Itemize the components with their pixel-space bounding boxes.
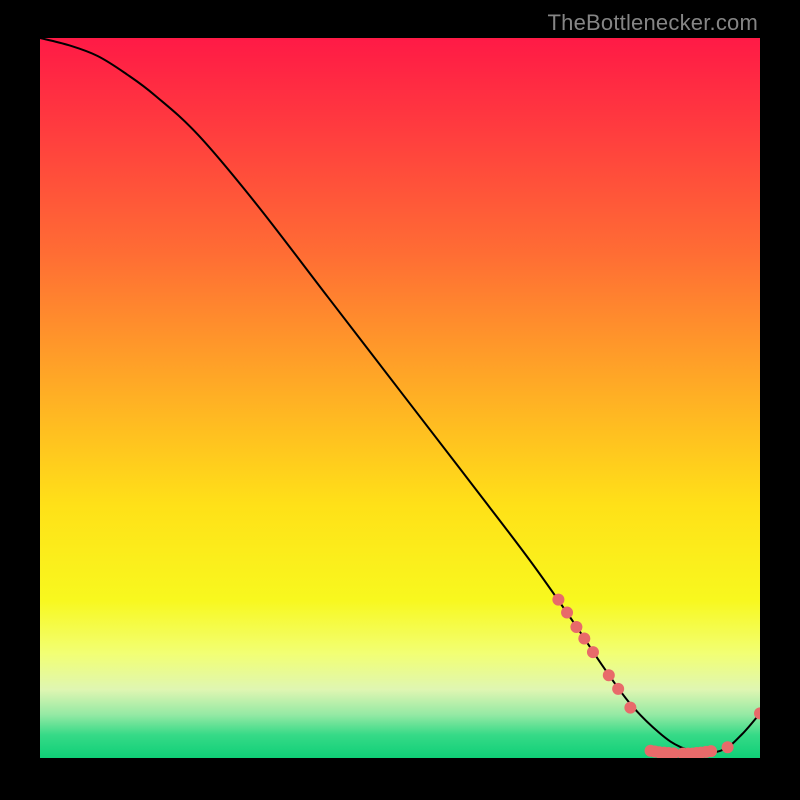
marker-dot bbox=[578, 632, 590, 644]
plot-area bbox=[40, 38, 760, 758]
marker-dot bbox=[754, 707, 760, 719]
marker-dot bbox=[570, 621, 582, 633]
marker-dot bbox=[552, 594, 564, 606]
marker-dot bbox=[624, 702, 636, 714]
attribution-label: TheBottlenecker.com bbox=[548, 10, 758, 36]
marker-dot bbox=[612, 683, 624, 695]
chart-stage: TheBottlenecker.com bbox=[0, 0, 800, 800]
marker-dot bbox=[587, 646, 599, 658]
marker-dot bbox=[705, 745, 717, 757]
markers-layer bbox=[40, 38, 760, 758]
marker-dot bbox=[603, 669, 615, 681]
marker-dot bbox=[561, 607, 573, 619]
marker-dot bbox=[722, 741, 734, 753]
